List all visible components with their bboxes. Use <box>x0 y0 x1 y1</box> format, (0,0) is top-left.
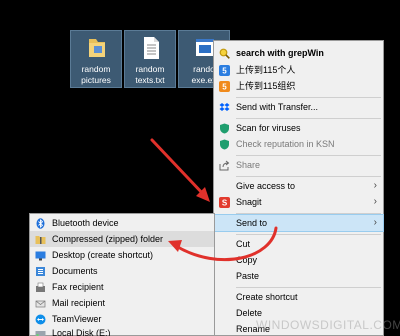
menu-item-label: Snagit <box>236 197 262 207</box>
menu-item-copy[interactable]: Copy <box>214 252 383 268</box>
share-icon <box>219 160 230 171</box>
menu-separator <box>236 213 381 214</box>
menu-item-label: search with grepWin <box>236 48 324 58</box>
watermark: WINDOWSDIGITAL.COM <box>256 318 400 332</box>
svg-text:5: 5 <box>222 67 227 76</box>
documents-icon <box>36 267 45 276</box>
menu-item-label: Create shortcut <box>236 292 298 302</box>
kaspersky-shield-icon <box>220 123 229 134</box>
send-to-bluetooth[interactable]: Bluetooth device <box>30 215 214 231</box>
chevron-right-icon: › <box>373 180 377 191</box>
desktop-icon-random-texts[interactable]: random texts.txt <box>124 30 176 88</box>
upload-115-icon: 5 <box>219 65 230 76</box>
desktop-icons: random pictures random texts.txt rando exe.… <box>70 30 232 90</box>
submenu-item-label: Fax recipient <box>52 282 104 292</box>
svg-text:S: S <box>222 199 228 208</box>
submenu-item-label: Compressed (zipped) folder <box>52 234 164 244</box>
menu-item-label: Give access to <box>236 181 296 191</box>
annotation-arrow-1 <box>150 138 210 202</box>
menu-item-label: Delete <box>236 308 263 318</box>
menu-item-label: Send to <box>236 218 268 228</box>
desktop-icon <box>35 251 46 261</box>
upload-115-org-icon: 5 <box>219 81 230 92</box>
menu-separator <box>236 118 381 119</box>
desktop-icon-label: random <box>81 64 111 74</box>
mail-icon <box>35 300 46 308</box>
submenu-item-label: Bluetooth device <box>52 218 119 228</box>
kaspersky-shield-icon <box>220 139 229 150</box>
send-to-documents[interactable]: Documents <box>30 263 214 279</box>
menu-item-label: Scan for viruses <box>236 123 301 133</box>
svg-text:5: 5 <box>222 83 227 92</box>
magnifier-icon <box>219 48 230 59</box>
send-to-submenu: Bluetooth device Compressed (zipped) fol… <box>29 213 215 336</box>
menu-item-check-reputation[interactable]: Check reputation in KSN <box>214 136 383 152</box>
menu-separator <box>236 176 381 177</box>
text-file-icon <box>144 37 159 59</box>
menu-item-send-with-transfer[interactable]: Send with Transfer... <box>214 99 383 115</box>
desktop-icon-label: texts.txt <box>135 75 165 85</box>
menu-item-label: Paste <box>236 271 260 281</box>
menu-item-upload-115-personal[interactable]: 5 上传到115个人 <box>214 62 383 78</box>
send-to-mail[interactable]: Mail recipient <box>30 295 214 311</box>
desktop-icon-label: random <box>135 64 165 74</box>
send-to-compressed-folder[interactable]: Compressed (zipped) folder <box>30 231 214 247</box>
desktop-icon-label: rando <box>193 64 215 74</box>
submenu-item-label: TeamViewer <box>52 314 102 324</box>
menu-item-label: 上传到115组织 <box>236 81 296 91</box>
fax-icon <box>36 282 45 292</box>
menu-item-share[interactable]: Share <box>214 157 383 173</box>
submenu-item-label: Documents <box>52 266 98 276</box>
menu-item-label: Check reputation in KSN <box>236 139 335 149</box>
menu-separator <box>236 97 381 98</box>
bluetooth-icon <box>36 218 45 229</box>
menu-item-label: Share <box>236 160 261 170</box>
disk-icon <box>35 331 46 336</box>
menu-item-search-grepwin[interactable]: search with grepWin <box>214 45 383 61</box>
menu-item-upload-115-org[interactable]: 5 上传到115组织 <box>214 78 383 94</box>
desktop-icon-random-pictures[interactable]: random pictures <box>70 30 122 88</box>
send-to-fax[interactable]: Fax recipient <box>30 279 214 295</box>
menu-item-label: Send with Transfer... <box>236 102 319 112</box>
menu-item-send-to[interactable]: Send to › <box>213 214 384 232</box>
menu-item-give-access[interactable]: Give access to › <box>214 178 383 194</box>
menu-item-label: Copy <box>236 255 258 265</box>
send-to-local-disk[interactable]: Local Disk (E:) <box>30 325 214 336</box>
submenu-item-label: Local Disk (E:) <box>52 328 111 336</box>
folder-icon <box>89 39 105 57</box>
chevron-right-icon: › <box>373 217 377 228</box>
menu-separator <box>236 287 381 288</box>
submenu-item-label: Desktop (create shortcut) <box>52 250 154 260</box>
submenu-item-label: Mail recipient <box>52 298 106 308</box>
menu-separator <box>236 234 381 235</box>
desktop-icon-label: pictures <box>81 75 111 85</box>
menu-separator <box>236 155 381 156</box>
menu-item-cut[interactable]: Cut <box>214 236 383 252</box>
menu-item-scan-viruses[interactable]: Scan for viruses <box>214 120 383 136</box>
chevron-right-icon: › <box>373 196 377 207</box>
menu-item-label: 上传到115个人 <box>236 65 296 75</box>
context-menu: search with grepWin 5 上传到115个人 5 上传到115组… <box>213 40 384 336</box>
menu-item-label: Cut <box>236 239 251 249</box>
send-to-desktop[interactable]: Desktop (create shortcut) <box>30 247 214 263</box>
teamviewer-icon <box>35 314 46 325</box>
dropbox-icon <box>219 103 230 111</box>
menu-item-paste[interactable]: Paste <box>214 268 383 284</box>
snagit-icon: S <box>219 197 230 208</box>
menu-item-snagit[interactable]: S Snagit › <box>214 194 383 210</box>
zip-folder-icon <box>35 236 46 244</box>
menu-item-create-shortcut[interactable]: Create shortcut <box>214 289 383 305</box>
